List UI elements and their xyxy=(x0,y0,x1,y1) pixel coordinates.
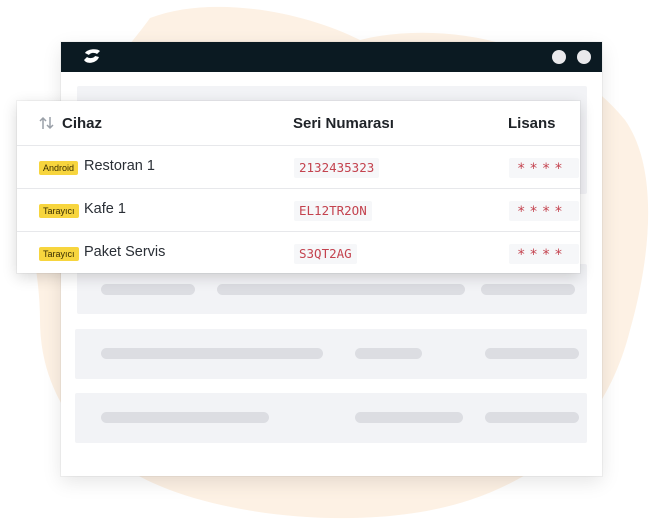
skeleton-row xyxy=(75,393,587,443)
app-logo-icon xyxy=(84,49,100,63)
skeleton-bar xyxy=(101,284,195,295)
skeleton-bar xyxy=(485,348,579,359)
device-name: Kafe 1 xyxy=(84,201,126,217)
skeleton-bar xyxy=(481,284,575,295)
skeleton-bar xyxy=(355,412,463,423)
skeleton-bar xyxy=(485,412,579,423)
skeleton-bar xyxy=(355,348,422,359)
serial-number: 2132435323 xyxy=(294,158,380,178)
device-name: Paket Servis xyxy=(84,244,166,260)
device-name: Restoran 1 xyxy=(84,158,155,174)
platform-badge: Tarayıcı xyxy=(39,247,79,261)
device-table-card: Cihaz Seri Numarası Lisans Android Resto… xyxy=(17,101,580,273)
serial-number: S3QT2AG xyxy=(294,244,357,264)
column-header-device[interactable]: Cihaz xyxy=(62,115,102,132)
column-header-license[interactable]: Lisans xyxy=(508,115,556,132)
license-masked: **** xyxy=(509,201,579,221)
column-header-serial[interactable]: Seri Numarası xyxy=(293,115,394,132)
serial-number: EL12TR2ON xyxy=(294,201,372,221)
illustration-stage: Cihaz Seri Numarası Lisans Android Resto… xyxy=(0,0,657,525)
license-masked: **** xyxy=(509,244,579,264)
skeleton-bar xyxy=(217,284,465,295)
table-row[interactable]: Tarayıcı Kafe 1 EL12TR2ON **** xyxy=(17,188,580,232)
sort-arrows-icon[interactable] xyxy=(39,116,55,130)
platform-badge: Tarayıcı xyxy=(39,204,79,218)
window-titlebar xyxy=(61,42,602,72)
skeleton-bar xyxy=(101,412,269,423)
skeleton-row xyxy=(75,329,587,379)
platform-badge: Android xyxy=(39,161,79,175)
skeleton-bar xyxy=(101,348,323,359)
window-close-button[interactable] xyxy=(577,50,591,64)
table-header: Cihaz Seri Numarası Lisans xyxy=(17,101,580,145)
license-masked: **** xyxy=(509,158,579,178)
table-row[interactable]: Tarayıcı Paket Servis S3QT2AG **** xyxy=(17,231,580,275)
window-minimize-button[interactable] xyxy=(552,50,566,64)
table-row[interactable]: Android Restoran 1 2132435323 **** xyxy=(17,145,580,189)
